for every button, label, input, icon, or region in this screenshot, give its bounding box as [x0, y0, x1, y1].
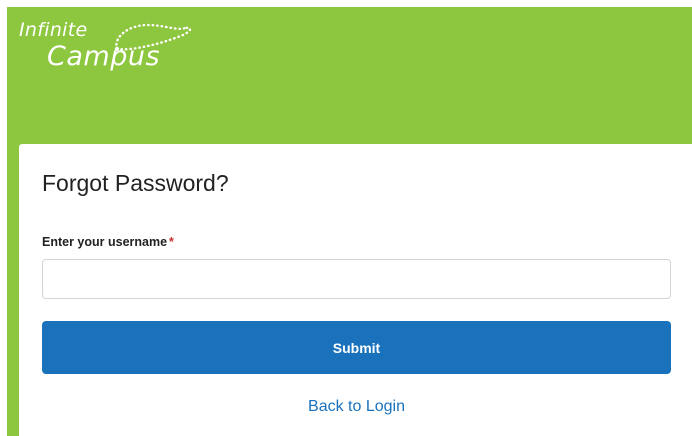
logo-text-line1: Infinite — [19, 19, 88, 41]
username-label: Enter your username * — [42, 235, 174, 249]
infinite-campus-logo: Infinite Campus — [19, 19, 199, 79]
username-label-text: Enter your username — [42, 235, 168, 249]
forgot-password-card: Forgot Password? Enter your username * Su… — [19, 144, 692, 436]
back-to-login-link[interactable]: Back to Login — [42, 398, 671, 416]
dotted-orbit-icon — [114, 23, 192, 52]
page-title: Forgot Password? — [42, 170, 229, 196]
username-input[interactable] — [42, 259, 671, 299]
required-marker: * — [169, 235, 174, 249]
top-strip — [0, 0, 692, 7]
submit-button[interactable]: Submit — [42, 321, 671, 374]
